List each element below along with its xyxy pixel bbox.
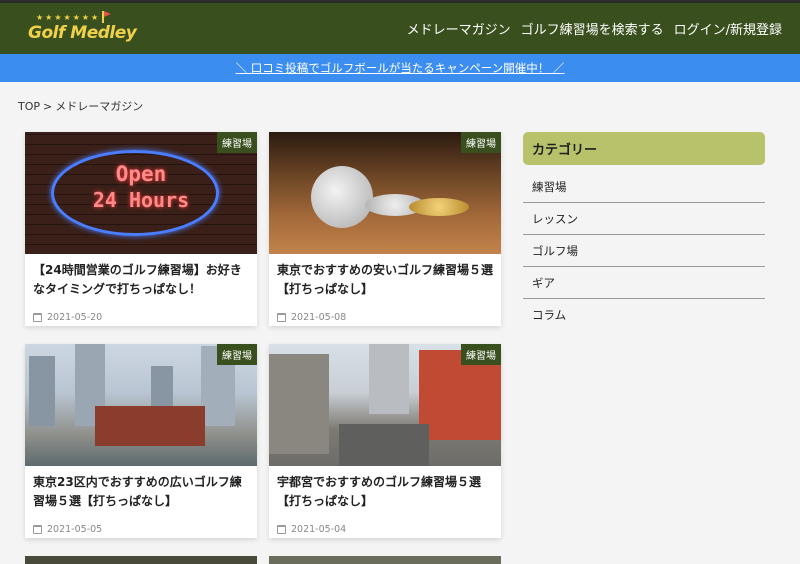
calendar-icon <box>33 525 42 534</box>
article-card[interactable] <box>25 556 257 564</box>
category-item-practice-range[interactable]: 練習場 <box>523 171 765 203</box>
article-grid: Open 24 Hours 練習場 【24時間営業のゴルフ練習場】お好きなタイミ… <box>25 132 503 564</box>
calendar-icon <box>277 313 286 322</box>
article-date-text: 2021-05-05 <box>47 524 103 535</box>
category-badge: 練習場 <box>217 132 257 153</box>
campaign-link[interactable]: ＼ 口コミ投稿でゴルフボールが当たるキャンペーン開催中！ ／ <box>236 60 565 76</box>
coin-image <box>311 166 373 228</box>
article-thumbnail: 練習場 <box>269 344 501 466</box>
building-shape <box>29 356 55 426</box>
article-title: 【24時間営業のゴルフ練習場】お好きなタイミングで打ちっぱなし！ <box>33 263 242 296</box>
nav-search-link[interactable]: ゴルフ練習場を検索する <box>521 19 664 38</box>
neon-text-open: Open <box>115 162 167 186</box>
calendar-icon <box>277 525 286 534</box>
article-date: 2021-05-04 <box>269 518 501 535</box>
article-date-text: 2021-05-08 <box>291 312 347 323</box>
building-shape <box>269 354 329 454</box>
category-badge: 練習場 <box>461 344 501 365</box>
category-sidebar: カテゴリー 練習場 レッスン ゴルフ場 ギア コラム <box>523 132 765 564</box>
article-title: 東京でおすすめの安いゴルフ練習場５選【打ちっぱなし】 <box>277 263 494 296</box>
building-shape <box>369 344 409 414</box>
category-item-gear[interactable]: ギア <box>523 267 765 299</box>
neon-text-hours: 24 Hours <box>92 188 190 212</box>
logo-flag-icon <box>102 10 111 23</box>
main-content: Open 24 Hours 練習場 【24時間営業のゴルフ練習場】お好きなタイミ… <box>0 132 800 564</box>
logo-text: Golf Medley <box>28 22 137 43</box>
site-logo[interactable]: ★★★★★★★ Golf Medley <box>28 9 138 49</box>
breadcrumb-current: メドレーマガジン <box>55 100 144 113</box>
article-card[interactable] <box>269 556 501 564</box>
coin-image <box>409 198 469 216</box>
category-item-lesson[interactable]: レッスン <box>523 203 765 235</box>
article-date: 2021-05-08 <box>269 306 501 323</box>
breadcrumb: TOP > メドレーマガジン <box>0 82 800 132</box>
nav-magazine-link[interactable]: メドレーマガジン <box>407 19 511 38</box>
article-date: 2021-05-05 <box>25 518 257 535</box>
main-nav: メドレーマガジン ゴルフ練習場を検索する ログイン/新規登録 <box>407 19 782 38</box>
campaign-banner: ＼ 口コミ投稿でゴルフボールが当たるキャンペーン開催中！ ／ <box>0 54 800 82</box>
article-title: 宇都宮でおすすめのゴルフ練習場５選【打ちっぱなし】 <box>277 475 482 508</box>
article-thumbnail: 練習場 <box>25 344 257 466</box>
category-item-golf-course[interactable]: ゴルフ場 <box>523 235 765 267</box>
article-date-text: 2021-05-20 <box>47 312 103 323</box>
category-badge: 練習場 <box>461 132 501 153</box>
article-thumbnail: 練習場 <box>269 132 501 254</box>
site-header: ★★★★★★★ Golf Medley メドレーマガジン ゴルフ練習場を検索する… <box>0 0 800 54</box>
category-badge: 練習場 <box>217 344 257 365</box>
article-thumbnail: Open 24 Hours 練習場 <box>25 132 257 254</box>
sidebar-heading: カテゴリー <box>523 132 765 165</box>
article-title: 東京23区内でおすすめの広いゴルフ練習場５選【打ちっぱなし】 <box>33 475 242 508</box>
nav-login-link[interactable]: ログイン/新規登録 <box>674 19 782 38</box>
article-card[interactable]: Open 24 Hours 練習場 【24時間営業のゴルフ練習場】お好きなタイミ… <box>25 132 257 326</box>
category-list: 練習場 レッスン ゴルフ場 ギア コラム <box>523 171 765 331</box>
category-item-column[interactable]: コラム <box>523 299 765 331</box>
calendar-icon <box>33 313 42 322</box>
article-card[interactable]: 練習場 宇都宮でおすすめのゴルフ練習場５選【打ちっぱなし】 2021-05-04 <box>269 344 501 538</box>
article-date: 2021-05-20 <box>25 306 257 323</box>
station-building <box>95 406 205 446</box>
article-card[interactable]: 練習場 東京23区内でおすすめの広いゴルフ練習場５選【打ちっぱなし】 2021-… <box>25 344 257 538</box>
logo-stars-icon: ★★★★★★★ <box>36 12 101 22</box>
breadcrumb-separator: > <box>43 100 53 113</box>
breadcrumb-home[interactable]: TOP <box>18 100 40 113</box>
article-date-text: 2021-05-04 <box>291 524 347 535</box>
article-card[interactable]: 練習場 東京でおすすめの安いゴルフ練習場５選【打ちっぱなし】 2021-05-0… <box>269 132 501 326</box>
road-shape <box>339 424 429 466</box>
